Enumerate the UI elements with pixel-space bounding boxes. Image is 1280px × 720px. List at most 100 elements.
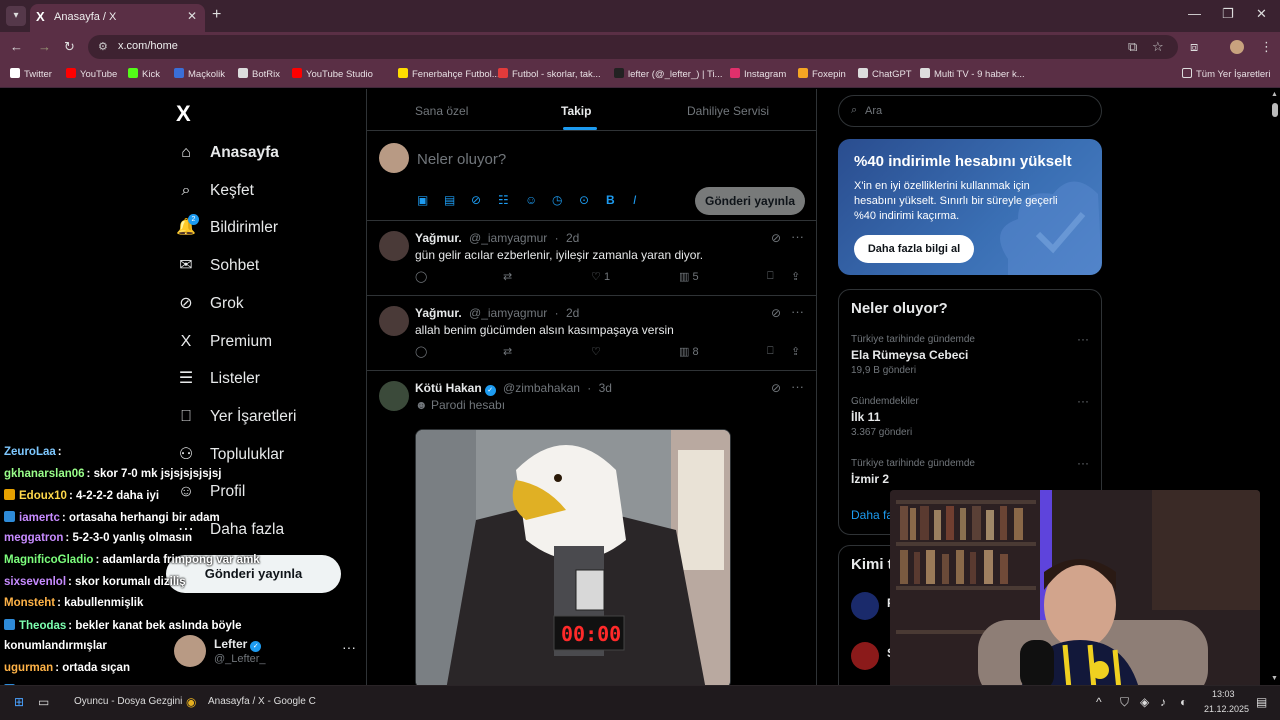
notification-icon[interactable]: ▤	[1256, 695, 1267, 709]
tray-shield-icon[interactable]: ⛉	[1120, 695, 1129, 710]
site-info-icon[interactable]: ⚙	[98, 40, 108, 53]
heart-icon[interactable]: ♡	[591, 345, 601, 358]
nav-item-grok[interactable]: ⊘ Grok	[176, 290, 366, 320]
tweet-time[interactable]: 3d	[599, 381, 612, 395]
grok-icon[interactable]: ⊘	[471, 193, 481, 207]
taskbar-item-explorer[interactable]: Oyuncu - Dosya Gezgini	[74, 696, 182, 707]
poll-icon[interactable]: ☷	[498, 193, 509, 207]
file-explorer-icon[interactable]: ▭	[38, 695, 49, 709]
page-scrollbar[interactable]: ▲ ▼	[1270, 89, 1280, 685]
bookmark-item[interactable]: Foxepin	[798, 68, 846, 80]
scroll-down-icon[interactable]: ▼	[1271, 675, 1278, 682]
tray-app-icon[interactable]: ◐	[1180, 695, 1187, 709]
nav-item-home[interactable]: ⌂ Anasayfa	[176, 139, 366, 169]
location-icon[interactable]: ⊙	[579, 193, 589, 207]
tweet-image[interactable]: 00:00	[415, 429, 731, 685]
x-logo-icon[interactable]: X	[176, 101, 191, 127]
views-button[interactable]: ▥ 5	[679, 270, 699, 283]
profile-avatar-icon[interactable]	[1230, 40, 1244, 54]
tweet-handle[interactable]: @zimbahakan	[503, 381, 580, 395]
retweet-icon[interactable]: ⇄	[503, 345, 512, 358]
forward-icon[interactable]: →	[38, 39, 51, 54]
tweet-handle[interactable]: @_iamyagmur	[469, 306, 547, 320]
italic-icon[interactable]: I	[633, 193, 636, 207]
window-close-icon[interactable]: ✕	[1256, 6, 1267, 22]
extensions-icon[interactable]: ⧈	[1190, 39, 1198, 55]
minimize-icon[interactable]: —	[1188, 6, 1201, 21]
like-button[interactable]: ♡ 1	[591, 270, 610, 283]
tweet-handle[interactable]: @_iamyagmur	[469, 231, 547, 245]
bookmark-item[interactable]: ChatGPT	[858, 68, 912, 80]
bookmark-item[interactable]: Multi TV - 9 haber k...	[920, 68, 1025, 80]
more-icon[interactable]: ···	[1077, 332, 1089, 346]
nav-item-search[interactable]: ⌕ Keşfet	[176, 177, 366, 207]
bookmark-item[interactable]: YouTube Studio	[292, 68, 373, 80]
nav-item-list[interactable]: ☰ Listeler	[176, 365, 366, 395]
more-icon[interactable]: ···	[791, 304, 804, 319]
tweet[interactable]: Yağmur. @_iamyagmur · 2d ⊘ ··· allah ben…	[367, 296, 816, 371]
retweet-icon[interactable]: ⇄	[503, 270, 512, 283]
back-icon[interactable]: ←	[10, 39, 23, 54]
scroll-up-icon[interactable]: ▲	[1271, 91, 1278, 98]
taskbar-item-chrome[interactable]: Anasayfa / X - Google C	[208, 696, 316, 707]
search-input[interactable]: ⌕ Ara	[838, 95, 1102, 127]
tweet-author[interactable]: Yağmur.	[415, 306, 462, 320]
tweet[interactable]: Kötü Hakan ✓ @zimbahakan · 3d ⊘ ··· ☻ Par…	[367, 371, 816, 685]
nav-item-bell[interactable]: 🔔 2 Bildirimler	[176, 214, 366, 244]
share-icon[interactable]: ⇪	[791, 345, 800, 358]
bookmark-item[interactable]: Futbol - skorlar, tak...	[498, 68, 601, 80]
tweet-time[interactable]: 2d	[566, 306, 579, 320]
more-icon[interactable]: ···	[791, 229, 804, 244]
views-button[interactable]: ▥ 8	[679, 345, 699, 358]
browser-tab[interactable]: X Anasayfa / X ✕	[30, 4, 205, 32]
bookmark-item[interactable]: Instagram	[730, 68, 786, 80]
more-icon[interactable]: ···	[1077, 394, 1089, 408]
volume-icon[interactable]: ♪	[1160, 695, 1166, 709]
reply-icon[interactable]: ◯	[415, 270, 427, 283]
gif-icon[interactable]: ▤	[444, 193, 455, 207]
tweet-author[interactable]: Yağmur.	[415, 231, 462, 245]
tweet-time[interactable]: 2d	[566, 231, 579, 245]
schedule-icon[interactable]: ◷	[552, 193, 562, 207]
tab-close-icon[interactable]: ✕	[187, 9, 197, 23]
chrome-icon[interactable]: ◉	[186, 695, 196, 709]
trend-item[interactable]: Türkiye tarihinde gündemde Ela Rümeysa C…	[851, 332, 1091, 386]
grok-icon[interactable]: ⊘	[771, 381, 781, 395]
bookmark-item[interactable]: Kick	[128, 68, 160, 80]
tab-following[interactable]: Takip	[561, 104, 591, 118]
chrome-menu-icon[interactable]: ⋮	[1260, 39, 1273, 55]
more-icon[interactable]: ···	[791, 379, 804, 394]
bookmark-item[interactable]: BotRix	[238, 68, 280, 80]
bookmark-item[interactable]: Twitter	[10, 68, 52, 80]
address-bar[interactable]: ⚙ x.com/home ⧉ ☆	[88, 35, 1178, 59]
windows-start-icon[interactable]: ⊞	[14, 695, 24, 709]
share-icon[interactable]: ⇪	[791, 270, 800, 283]
avatar[interactable]	[851, 592, 879, 620]
grok-icon[interactable]: ⊘	[771, 306, 781, 320]
bookmark-item[interactable]: Maçkolik	[174, 68, 225, 80]
image-icon[interactable]: ▣	[417, 193, 428, 207]
tweet[interactable]: Yağmur. @_iamyagmur · 2d ⊘ ··· gün gelir…	[367, 221, 816, 296]
learn-more-button[interactable]: Daha fazla bilgi al	[854, 235, 974, 263]
bookmark-icon[interactable]: ⎕	[767, 270, 774, 283]
tab-search-icon[interactable]: ▾	[6, 6, 26, 26]
show-more-link[interactable]: Daha fa	[851, 508, 893, 522]
more-icon[interactable]: ···	[1077, 456, 1089, 470]
bold-icon[interactable]: B	[606, 193, 615, 207]
bookmark-item[interactable]: lefter (@_lefter_) | Ti...	[614, 68, 722, 80]
tab-dahiliye-servisi[interactable]: Dahiliye Servisi	[687, 104, 769, 118]
bookmark-icon[interactable]: ⎕	[767, 345, 774, 358]
reload-icon[interactable]: ↻	[64, 39, 75, 55]
star-icon[interactable]: ☆	[1152, 39, 1164, 55]
all-bookmarks-folder[interactable]: Tüm Yer İşaretleri	[1182, 68, 1270, 80]
nav-item-x-premium[interactable]: X Premium	[176, 328, 366, 358]
trend-item[interactable]: Gündemdekiler İlk 11 3.367 gönderi ···	[851, 394, 1091, 448]
composer-post-button[interactable]: Gönderi yayınla	[695, 187, 805, 215]
bookmark-item[interactable]: Fenerbahçe Futbol...	[398, 68, 500, 80]
restore-icon[interactable]: ❐	[1222, 6, 1234, 22]
bookmark-item[interactable]: YouTube	[66, 68, 117, 80]
tray-chevron-icon[interactable]: ^	[1096, 695, 1102, 709]
reply-icon[interactable]: ◯	[415, 345, 427, 358]
composer-input[interactable]: Neler oluyor?	[417, 151, 506, 168]
tab-for-you[interactable]: Sana özel	[415, 104, 468, 118]
